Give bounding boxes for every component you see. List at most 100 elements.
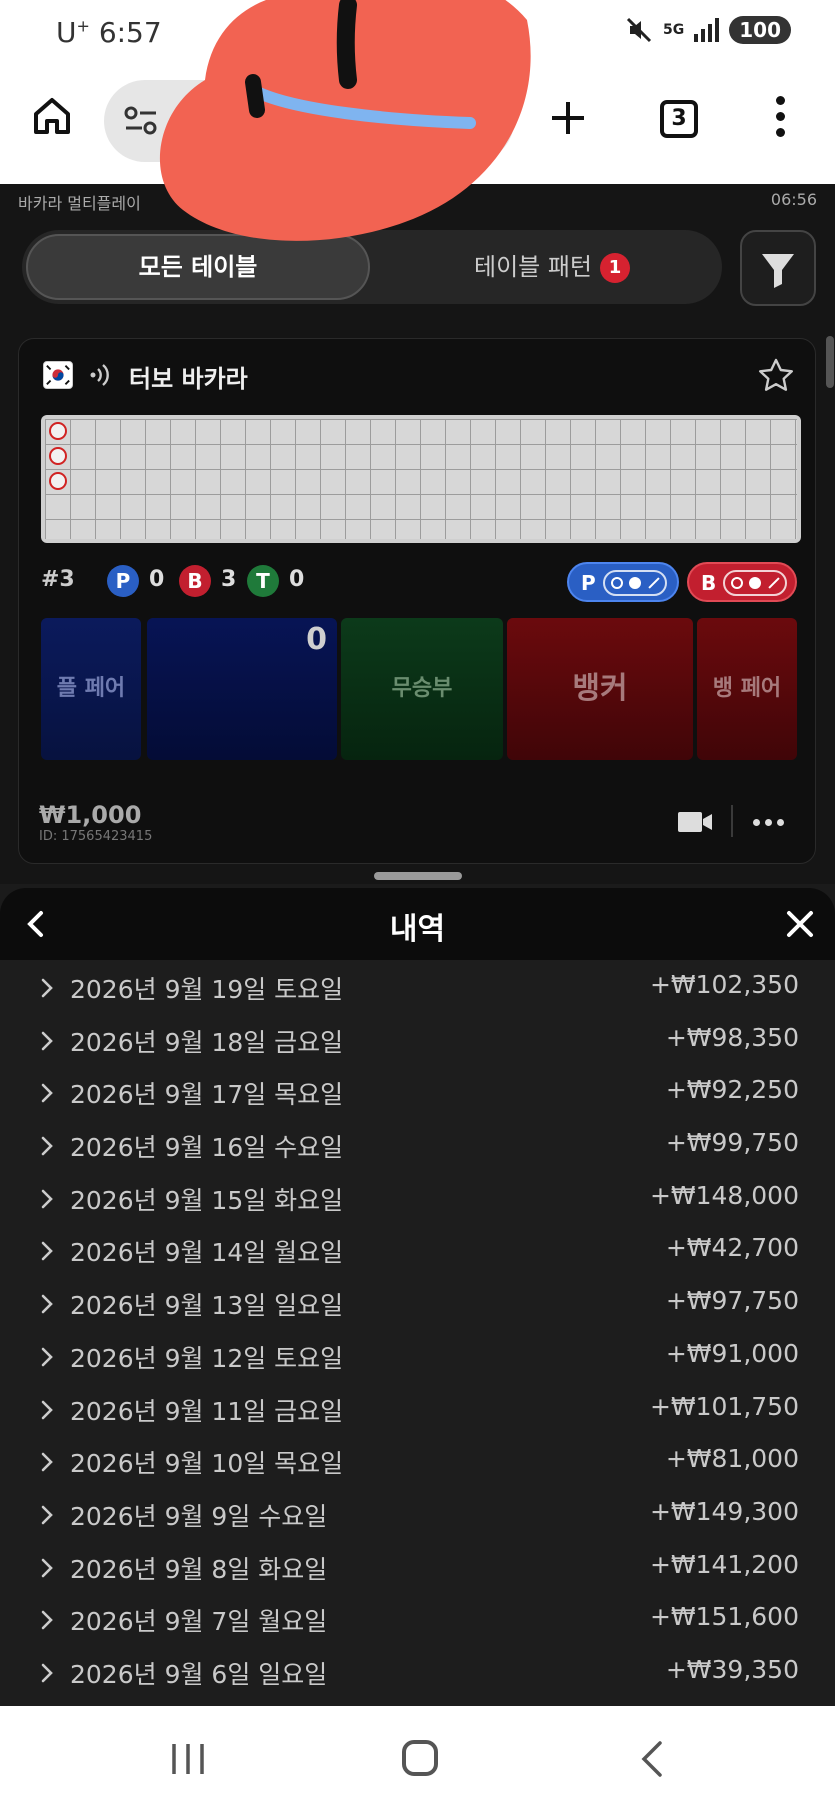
history-amount: +₩141,200 xyxy=(649,1549,799,1579)
history-date: 2026년 9월 9일 수요일 xyxy=(70,1501,328,1531)
history-amount: +₩102,350 xyxy=(649,970,799,999)
banker-count: 3 xyxy=(221,567,237,592)
home-button-icon[interactable] xyxy=(402,1740,438,1776)
banker-mark xyxy=(49,472,67,490)
history-row[interactable]: 2026년 9월 9일 수요일 +₩149,300 xyxy=(0,1487,835,1540)
home-icon[interactable] xyxy=(32,96,72,136)
bead-road xyxy=(41,415,801,543)
table-title: 터보 바카라 xyxy=(129,365,248,393)
chevron-right-icon xyxy=(41,1505,53,1525)
divider xyxy=(731,805,733,837)
screen: U+ 6:57 5G 100 3 바카라 멀티플레이 06:56 모든 테이블 … xyxy=(0,0,835,1810)
history-date: 2026년 9월 12일 토요일 xyxy=(70,1343,344,1373)
chevron-right-icon xyxy=(41,1610,53,1630)
history-row[interactable]: 2026년 9월 7일 월요일 +₩151,600 xyxy=(0,1592,835,1645)
banker-pair-bet[interactable]: 뱅 페어 xyxy=(697,618,797,760)
history-amount: +₩98,350 xyxy=(665,1022,799,1052)
sheet-header: 내역 xyxy=(0,888,835,960)
banker-predict-label: B xyxy=(701,571,717,595)
predict-road-icon xyxy=(603,570,667,596)
history-date: 2026년 9월 16일 수요일 xyxy=(70,1133,344,1163)
more-options-icon[interactable] xyxy=(753,819,784,826)
sound-icon[interactable] xyxy=(89,361,111,389)
casino-page: 바카라 멀티플레이 06:56 모든 테이블 테이블 패턴 1 터보 바카라 #3… xyxy=(0,184,835,884)
close-icon[interactable] xyxy=(784,908,816,940)
history-row[interactable]: 2026년 9월 16일 수요일 +₩99,750 xyxy=(0,1118,835,1171)
player-predict-label: P xyxy=(581,571,596,595)
history-row[interactable]: 2026년 9월 13일 일요일 +₩97,750 xyxy=(0,1276,835,1329)
status-icons: 5G 100 xyxy=(625,16,791,44)
favorite-star-icon[interactable] xyxy=(757,357,795,395)
history-amount: +₩39,350 xyxy=(665,1654,799,1684)
menu-icon[interactable] xyxy=(776,96,786,140)
history-date: 2026년 9월 17일 목요일 xyxy=(70,1080,344,1110)
chevron-right-icon xyxy=(41,1558,53,1577)
new-tab-icon[interactable] xyxy=(550,100,586,136)
history-row[interactable]: 2026년 9월 19일 토요일 +₩102,350 xyxy=(0,960,835,1013)
chevron-right-icon xyxy=(41,1189,53,1209)
history-amount: +₩99,750 xyxy=(665,1128,799,1158)
game-clock: 06:56 xyxy=(770,190,817,209)
sheet-drag-handle[interactable] xyxy=(374,872,462,880)
battery-indicator: 100 xyxy=(729,16,791,44)
sheet-title: 내역 xyxy=(389,912,446,947)
history-row[interactable]: 2026년 9월 11일 금요일 +₩101,750 xyxy=(0,1382,835,1435)
banker-mark xyxy=(49,447,67,465)
korea-flag-icon xyxy=(43,361,73,389)
chevron-right-icon xyxy=(41,978,53,998)
history-date: 2026년 9월 13일 일요일 xyxy=(70,1291,344,1321)
scrollbar[interactable] xyxy=(826,336,834,388)
history-date: 2026년 9월 14일 월요일 xyxy=(70,1238,344,1268)
history-row[interactable]: 2026년 9월 10일 목요일 +₩81,000 xyxy=(0,1434,835,1487)
history-amount: +₩97,750 xyxy=(665,1286,799,1316)
history-row[interactable]: 2026년 9월 17일 목요일 +₩92,250 xyxy=(0,1065,835,1118)
chevron-right-icon xyxy=(41,1347,53,1367)
history-date: 2026년 9월 10일 목요일 xyxy=(70,1449,344,1479)
player-count: 0 xyxy=(149,567,165,592)
history-row[interactable]: 2026년 9월 12일 토요일 +₩91,000 xyxy=(0,1329,835,1382)
table-card[interactable]: 터보 바카라 #3 P 0 B 3 T 0 P B 플 페어 0 무승부 뱅커 … xyxy=(18,338,816,864)
mute-icon xyxy=(626,17,652,43)
history-list: 2026년 9월 19일 토요일 +₩102,350 2026년 9월 18일 금요… xyxy=(0,960,835,1698)
video-icon[interactable] xyxy=(677,809,713,835)
player-bet[interactable]: 0 xyxy=(147,618,337,760)
player-pair-bet[interactable]: 플 페어 xyxy=(41,618,141,760)
history-sheet: 내역 2026년 9월 19일 토요일 +₩102,350 2026년 9월 18일… xyxy=(0,872,835,1706)
history-date: 2026년 9월 8일 화요일 xyxy=(70,1554,328,1584)
history-date: 2026년 9월 19일 토요일 xyxy=(70,975,344,1004)
banker-bet[interactable]: 뱅커 xyxy=(507,618,693,760)
tab-table-pattern-label: 테이블 패턴 xyxy=(473,253,593,281)
signal-icon xyxy=(694,18,720,42)
history-amount: +₩148,000 xyxy=(649,1180,799,1210)
notification-badge: 1 xyxy=(600,253,631,283)
player-predict-button[interactable]: P xyxy=(567,562,679,602)
history-date: 2026년 9월 7일 월요일 xyxy=(70,1607,328,1637)
history-amount: +₩42,700 xyxy=(665,1233,799,1263)
history-amount: +₩81,000 xyxy=(665,1444,799,1474)
history-row[interactable]: 2026년 9월 14일 월요일 +₩42,700 xyxy=(0,1223,835,1276)
banker-predict-button[interactable]: B xyxy=(687,562,797,602)
carrier-label: U xyxy=(56,16,77,49)
history-row[interactable]: 2026년 9월 15일 화요일 +₩148,000 xyxy=(0,1171,835,1224)
filter-button[interactable] xyxy=(740,230,816,306)
history-amount: +₩149,300 xyxy=(649,1496,799,1526)
tab-switcher-button[interactable]: 3 xyxy=(660,100,698,138)
chevron-right-icon xyxy=(41,1084,53,1103)
chevron-right-icon xyxy=(41,1452,53,1472)
history-amount: +₩92,250 xyxy=(665,1075,799,1105)
chevron-right-icon xyxy=(41,1031,53,1050)
history-date: 2026년 9월 18일 금요일 xyxy=(70,1027,344,1057)
tie-dot: T xyxy=(247,565,279,597)
history-row[interactable]: 2026년 9월 8일 화요일 +₩141,200 xyxy=(0,1540,835,1593)
system-nav-bar xyxy=(0,1706,835,1810)
filter-icon xyxy=(762,254,794,288)
tie-count: 0 xyxy=(289,567,305,592)
history-amount: +₩101,750 xyxy=(649,1391,799,1421)
history-amount: +₩91,000 xyxy=(665,1338,799,1368)
history-row[interactable]: 2026년 9월 18일 금요일 +₩98,350 xyxy=(0,1013,835,1066)
recent-apps-icon[interactable] xyxy=(170,1742,206,1776)
back-icon[interactable] xyxy=(640,1740,664,1778)
tie-bet[interactable]: 무승부 xyxy=(341,618,503,760)
history-row[interactable]: 2026년 9월 6일 일요일 +₩39,350 xyxy=(0,1645,835,1698)
sticker-overlay xyxy=(159,0,531,241)
